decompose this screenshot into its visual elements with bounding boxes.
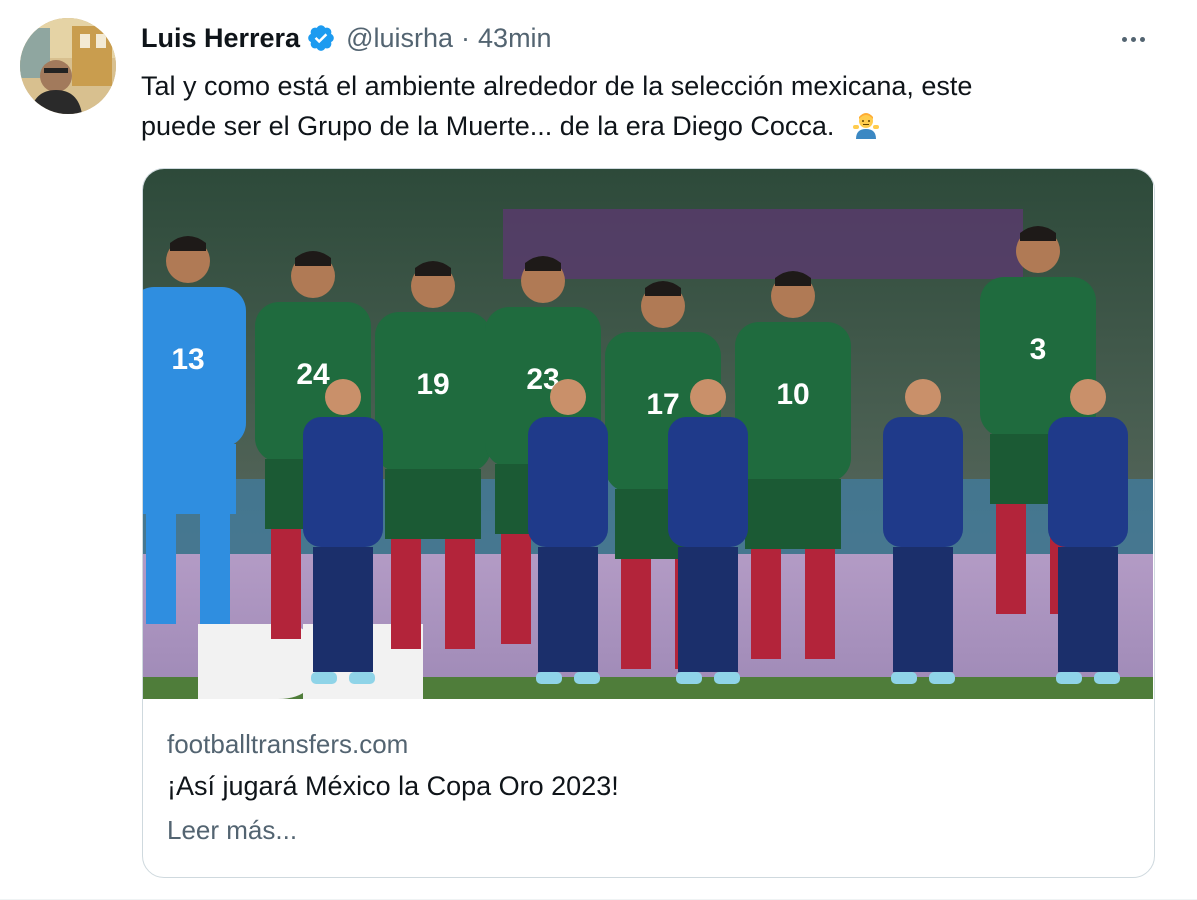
kid-shoe <box>349 672 375 684</box>
link-card[interactable]: 13 24 19 23 17 10 3 footballtransfers.com ¡Así… <box>142 168 1155 878</box>
jersey-number: 17 <box>646 388 679 421</box>
kid-shoe <box>536 672 562 684</box>
more-dot <box>1130 36 1136 42</box>
kid-head <box>550 379 586 415</box>
verified-badge-icon <box>306 23 336 53</box>
jersey-number: 3 <box>1030 333 1047 366</box>
man-shrugging-emoji-icon <box>850 109 882 141</box>
tweet-text-line-2: puede ser el Grupo de la Muerte... de la… <box>141 111 835 141</box>
player-sock <box>200 514 230 624</box>
kid-shoe <box>929 672 955 684</box>
player-sock <box>805 549 835 659</box>
kid-head <box>325 379 361 415</box>
player-shorts <box>385 469 481 539</box>
more-dot <box>1139 36 1145 42</box>
kid-jacket <box>668 417 748 547</box>
player-shorts <box>745 479 841 549</box>
kid-pants <box>538 547 598 672</box>
jersey-number: 24 <box>296 358 330 391</box>
tweet-timestamp[interactable]: 43min <box>478 23 552 54</box>
tweet[interactable]: Luis Herrera @luisrha · 43min Tal y como… <box>0 0 1197 900</box>
player-shorts <box>143 444 236 514</box>
player-sock <box>621 559 651 669</box>
kid-jacket <box>1048 417 1128 547</box>
kid-shoe <box>311 672 337 684</box>
kid-jacket <box>303 417 383 547</box>
kid-shoe <box>676 672 702 684</box>
player-sock <box>391 539 421 649</box>
header-separator: · <box>461 22 471 53</box>
player-sock <box>996 504 1026 614</box>
jersey-number: 19 <box>416 368 449 401</box>
kid-pants <box>893 547 953 672</box>
kid-head <box>1070 379 1106 415</box>
kid-pants <box>313 547 373 672</box>
tweet-text: Tal y como está el ambiente alrededor de… <box>141 66 1141 146</box>
kid-head <box>690 379 726 415</box>
more-options-icon[interactable] <box>1113 24 1153 54</box>
kid-shoe <box>574 672 600 684</box>
card-title[interactable]: ¡Así jugará México la Copa Oro 2023! <box>167 764 1130 808</box>
kid-pants <box>678 547 738 672</box>
author-handle[interactable]: @luisrha <box>346 23 453 54</box>
stadium-banner <box>503 209 1023 279</box>
card-domain: footballtransfers.com <box>167 729 409 759</box>
jersey-number: 13 <box>171 343 204 376</box>
kid-jacket <box>883 417 963 547</box>
tweet-header: Luis Herrera @luisrha · 43min <box>141 16 1157 60</box>
author-avatar[interactable] <box>20 18 116 114</box>
jersey-number: 10 <box>776 378 809 411</box>
card-meta: footballtransfers.com ¡Así jugará México… <box>167 724 1130 852</box>
more-dot <box>1121 36 1127 42</box>
kid-jacket <box>528 417 608 547</box>
player-sock <box>271 529 301 639</box>
kid-head <box>905 379 941 415</box>
author-name[interactable]: Luis Herrera <box>141 23 300 54</box>
card-read-more[interactable]: Leer más... <box>167 808 1130 852</box>
card-image[interactable]: 13 24 19 23 17 10 3 <box>143 169 1153 699</box>
player-sock <box>751 549 781 659</box>
player-sock <box>445 539 475 649</box>
kid-shoe <box>1094 672 1120 684</box>
kid-shoe <box>891 672 917 684</box>
kid-pants <box>1058 547 1118 672</box>
player-sock <box>146 514 176 624</box>
kid-shoe <box>1056 672 1082 684</box>
tweet-text-line-1: Tal y como está el ambiente alrededor de… <box>141 71 973 101</box>
tweet-content: Luis Herrera @luisrha · 43min Tal y como… <box>141 16 1157 146</box>
player-sock <box>501 534 531 644</box>
kid-shoe <box>714 672 740 684</box>
